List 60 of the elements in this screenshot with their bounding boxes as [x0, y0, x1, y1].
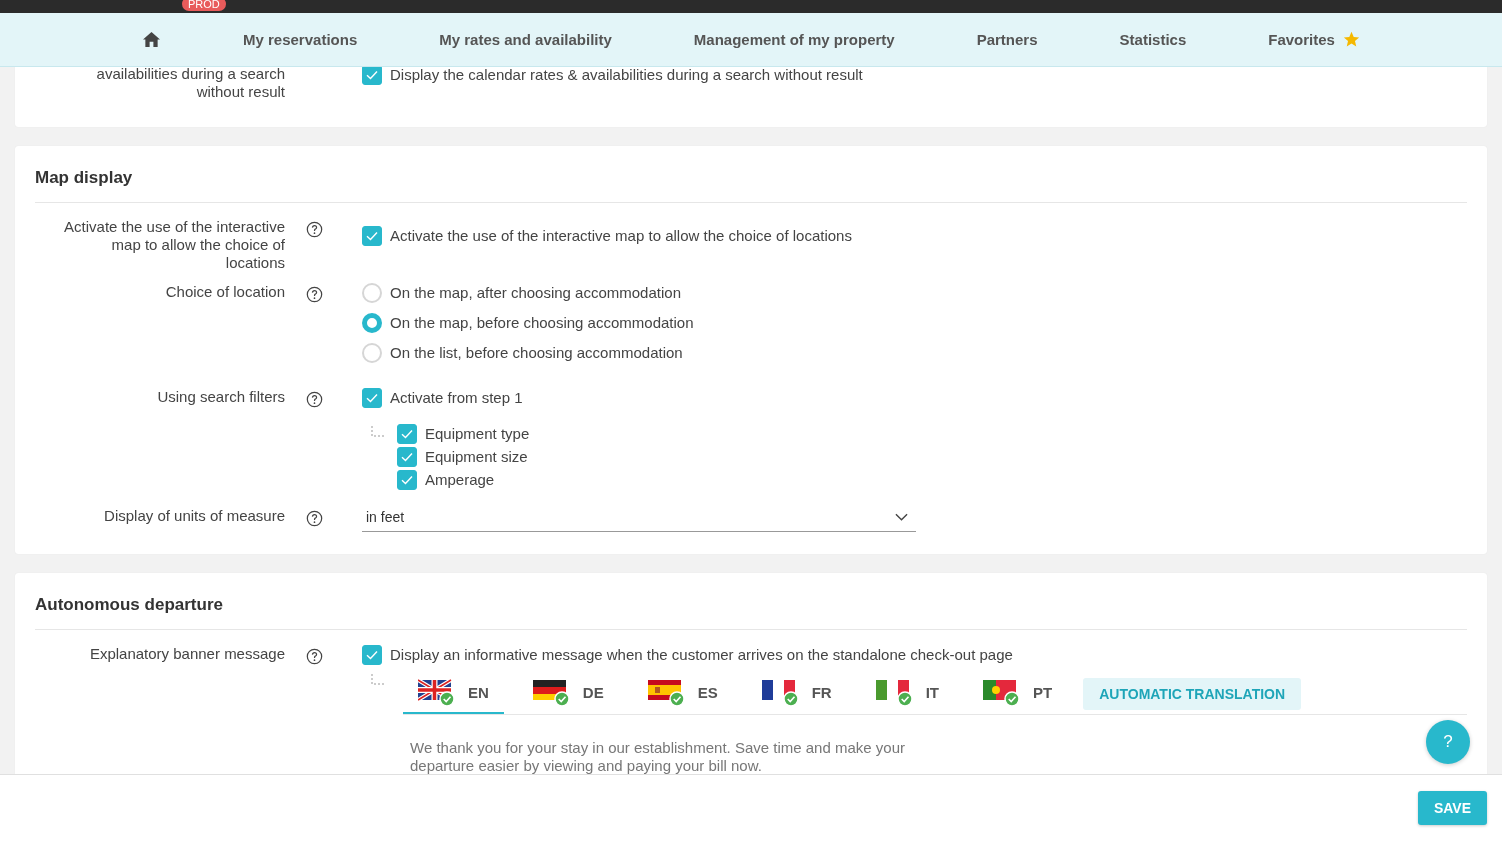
home-icon[interactable] — [142, 31, 161, 48]
check-icon — [400, 427, 414, 441]
field-label: Using search filters — [156, 388, 285, 407]
field-label: availabilities during a search without result — [95, 67, 285, 101]
check-icon — [400, 450, 414, 464]
nav-link[interactable]: My reservations — [243, 31, 358, 48]
language-tab[interactable]: PT — [968, 674, 1068, 714]
radio-button[interactable] — [362, 343, 382, 363]
chevron-down-icon — [895, 513, 908, 521]
checkbox-label: Display an informative message when the customer arrives on the standalone check-out page — [390, 645, 1013, 665]
field-label: Choice of location — [164, 283, 285, 302]
checkbox-label: Activate the use of the interactive map to allow the choice of locations — [390, 226, 852, 246]
tree-connector — [371, 426, 385, 438]
radio-label: On the list, before choosing accommodation — [390, 343, 683, 363]
checkbox-label: Equipment size — [425, 447, 528, 467]
language-tab[interactable]: ES — [632, 674, 733, 714]
units-select[interactable]: in feet — [362, 507, 916, 532]
checkbox[interactable] — [397, 470, 417, 490]
field-label: Display of units of measure — [103, 507, 285, 526]
checkbox-label: Amperage — [425, 470, 495, 490]
language-tab[interactable]: FR — [746, 674, 847, 714]
field-label: Activate the use of the interactive map to allow the choice of locations — [63, 218, 285, 272]
help-icon[interactable] — [306, 221, 323, 238]
star-icon — [1342, 31, 1360, 48]
nav-link[interactable]: Management of my property — [693, 31, 895, 48]
radio-button[interactable] — [362, 313, 382, 333]
nav-link[interactable]: Favorites — [1268, 31, 1335, 48]
radio-button[interactable] — [362, 283, 382, 303]
check-icon — [365, 391, 379, 405]
checkbox[interactable] — [362, 67, 382, 85]
language-tab[interactable]: EN — [403, 674, 504, 714]
environment-badge: PROD — [182, 0, 226, 11]
tree-connector — [371, 674, 385, 686]
language-tab[interactable]: DE — [517, 674, 619, 714]
section-title: Map display — [35, 160, 1467, 203]
checkbox[interactable] — [397, 424, 417, 444]
checkbox[interactable] — [362, 388, 382, 408]
help-icon[interactable] — [306, 510, 323, 527]
radio-label: On the map, before choosing accommodation — [390, 313, 694, 333]
banner-message: We thank you for your stay in our establishment. Save time and make your departure easier by viewing and paying your bill now. — [409, 738, 906, 775]
checkbox-label: Display the calendar rates & availabilities during a search without result — [390, 67, 863, 85]
checkbox[interactable] — [397, 447, 417, 467]
radio-label: On the map, after choosing accommodation — [390, 283, 681, 303]
help-icon[interactable] — [306, 391, 323, 408]
nav-link[interactable]: My rates and availability — [439, 31, 612, 48]
check-icon — [365, 229, 379, 243]
checkbox[interactable] — [362, 226, 382, 246]
checkbox-label: Equipment type — [425, 424, 530, 444]
checkbox-label: Activate from step 1 — [390, 388, 523, 408]
check-icon — [365, 648, 379, 662]
language-tab[interactable]: IT — [860, 674, 955, 714]
nav-link[interactable]: Partners — [976, 31, 1038, 48]
field-label: Explanatory banner message — [88, 645, 285, 664]
nav-link[interactable]: Statistics — [1119, 31, 1187, 48]
help-icon[interactable] — [306, 286, 323, 303]
check-icon — [400, 473, 414, 487]
checkbox[interactable] — [362, 645, 382, 665]
help-icon[interactable] — [306, 648, 323, 665]
check-icon — [365, 68, 379, 82]
section-title: Autonomous departure — [35, 587, 1467, 630]
